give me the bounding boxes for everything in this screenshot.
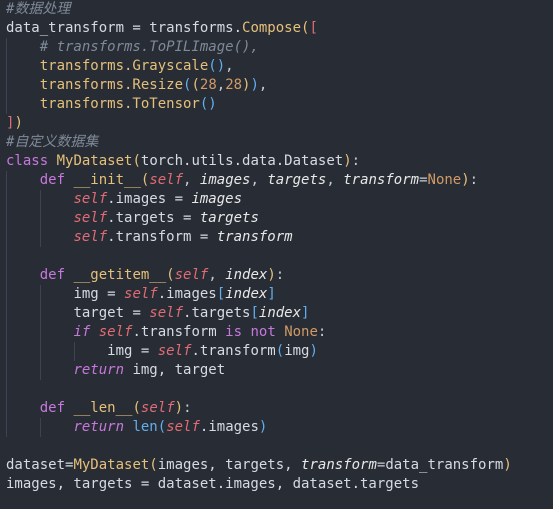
code-line-23: return len(self.images) [6, 418, 553, 437]
code-block[interactable]: #数据处理 data_transform = transforms.Compose… [0, 0, 553, 494]
code-line-26: images, targets = dataset.images, datase… [6, 476, 420, 492]
code-line-5: transforms.Resize((28,28)), [6, 76, 553, 95]
code-line-21 [6, 380, 553, 399]
code-line-12: self.targets = targets [6, 209, 553, 228]
code-line-15: def __getitem__(self, index): [6, 266, 553, 285]
code-line-22: def __len__(self): [6, 399, 553, 418]
code-line-11: self.images = images [6, 190, 553, 209]
code-editor[interactable]: #数据处理 data_transform = transforms.Compose… [0, 0, 553, 509]
code-line-1: #数据处理 [6, 1, 71, 17]
code-line-4: transforms.Grayscale(), [6, 57, 553, 76]
code-line-13: self.transform = transform [6, 228, 553, 247]
code-line-9: class MyDataset(torch.utils.data.Dataset… [6, 153, 361, 169]
code-line-18: if self.transform is not None: [6, 323, 553, 342]
code-line-14 [6, 247, 553, 266]
code-line-25: dataset=MyDataset(images, targets, trans… [6, 457, 512, 473]
code-line-16: img = self.images[index] [6, 285, 553, 304]
code-line-10: def __init__(self, images, targets, tran… [6, 171, 553, 190]
code-line-7: ]) [6, 115, 23, 131]
code-line-3: # transforms.ToPILImage(), [6, 38, 553, 57]
code-line-20: return img, target [6, 361, 553, 380]
code-line-6: transforms.ToTensor() [6, 95, 553, 114]
code-line-8: #自定义数据集 [6, 134, 99, 150]
code-line-2: data_transform = transforms.Compose([ [6, 20, 318, 36]
code-line-17: target = self.targets[index] [6, 304, 553, 323]
code-line-19: img = self.transform(img) [6, 342, 553, 361]
